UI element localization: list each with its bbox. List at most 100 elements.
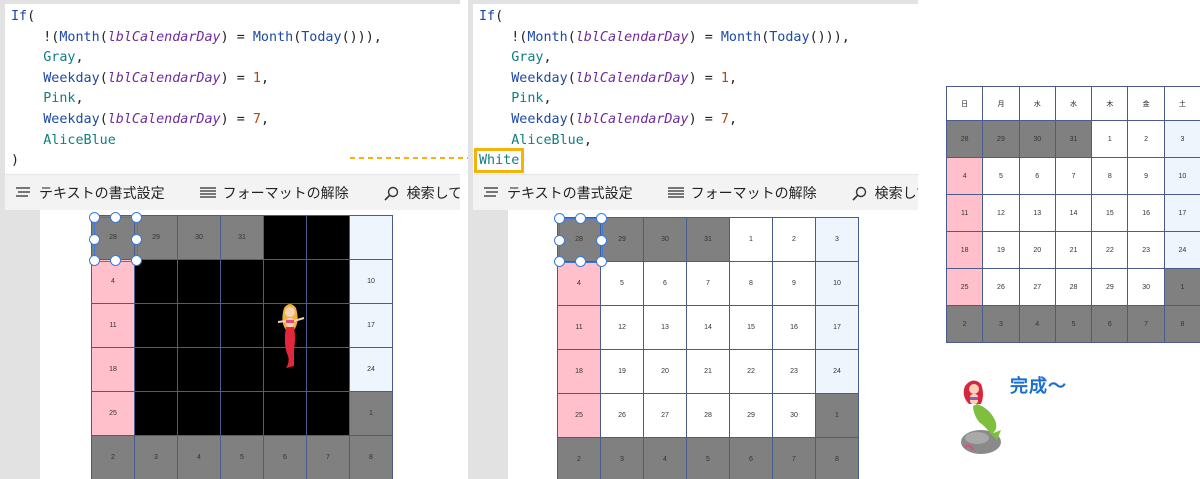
calendar-day-cell[interactable]: 25 — [558, 394, 601, 438]
calendar-day-cell[interactable]: 29 — [601, 218, 644, 262]
calendar-day-cell[interactable]: 27 — [644, 394, 687, 438]
calendar-day-cell[interactable]: 18 — [558, 350, 601, 394]
calendar-day-cell[interactable] — [178, 304, 221, 348]
calendar-day-cell[interactable]: 23 — [773, 350, 816, 394]
calendar-day-cell[interactable] — [350, 216, 393, 260]
resize-handle[interactable] — [596, 213, 607, 224]
calendar-day-cell[interactable]: 6 — [644, 262, 687, 306]
calendar-day-cell[interactable] — [135, 260, 178, 304]
calendar-day-cell[interactable]: 11 — [92, 304, 135, 348]
calendar-day-cell[interactable]: 4 — [644, 438, 687, 479]
calendar-day-cell[interactable]: 24 — [350, 348, 393, 392]
formula-code-editor[interactable]: If( !(Month(lblCalendarDay) = Month(Toda… — [5, 4, 460, 174]
resize-handle[interactable] — [89, 212, 100, 223]
calendar-day-cell[interactable] — [307, 216, 350, 260]
calendar-day-cell[interactable]: 5 — [221, 436, 264, 479]
calendar-day-cell[interactable]: 30 — [773, 394, 816, 438]
calendar-day-cell[interactable]: 15 — [730, 306, 773, 350]
calendar-day-cell[interactable]: 3 — [135, 436, 178, 479]
calendar-day-cell[interactable] — [135, 348, 178, 392]
calendar-day-cell[interactable] — [135, 392, 178, 436]
resize-handle[interactable] — [554, 235, 565, 246]
resize-handle[interactable] — [554, 213, 565, 224]
calendar-day-cell[interactable]: 7 — [773, 438, 816, 479]
calendar-day-cell[interactable]: 7 — [307, 436, 350, 479]
calendar-day-cell[interactable]: 7 — [687, 262, 730, 306]
calendar-day-cell[interactable]: 2 — [558, 438, 601, 479]
resize-handle[interactable] — [89, 255, 100, 266]
resize-handle[interactable] — [110, 255, 121, 266]
resize-handle[interactable] — [596, 256, 607, 267]
calendar-day-cell[interactable]: 10 — [816, 262, 859, 306]
calendar-day-cell[interactable]: 29 — [730, 394, 773, 438]
calendar-day-cell[interactable] — [178, 392, 221, 436]
calendar-day-cell[interactable]: 9 — [773, 262, 816, 306]
calendar-day-cell[interactable]: 4 — [92, 260, 135, 304]
calendar-day-cell[interactable]: 19 — [601, 350, 644, 394]
calendar-day-cell[interactable]: 10 — [350, 260, 393, 304]
find-replace-button[interactable]: 検索して置換 — [373, 183, 460, 203]
calendar-day-cell[interactable]: 17 — [350, 304, 393, 348]
calendar-day-cell[interactable] — [307, 304, 350, 348]
calendar-day-cell[interactable] — [221, 260, 264, 304]
clear-format-button[interactable]: フォーマットの解除 — [657, 183, 827, 203]
calendar-day-cell[interactable]: 8 — [350, 436, 393, 479]
calendar-day-cell[interactable] — [135, 304, 178, 348]
calendar-day-cell[interactable]: 8 — [816, 438, 859, 479]
calendar-day-cell[interactable] — [264, 392, 307, 436]
calendar-day-cell[interactable] — [307, 348, 350, 392]
calendar-day-cell[interactable] — [178, 260, 221, 304]
calendar-day-cell[interactable]: 30 — [644, 218, 687, 262]
resize-handle[interactable] — [554, 256, 565, 267]
calendar-day-cell[interactable]: 6 — [264, 436, 307, 479]
calendar-day-cell[interactable] — [178, 348, 221, 392]
calendar-day-cell[interactable] — [221, 348, 264, 392]
calendar-day-cell[interactable]: 30 — [178, 216, 221, 260]
resize-handle[interactable] — [89, 234, 100, 245]
calendar-day-cell[interactable]: 8 — [730, 262, 773, 306]
calendar-day-cell[interactable]: 26 — [601, 394, 644, 438]
calendar-day-cell[interactable]: 5 — [687, 438, 730, 479]
calendar-day-cell[interactable]: 16 — [773, 306, 816, 350]
calendar-day-cell[interactable]: 13 — [644, 306, 687, 350]
calendar-day-cell[interactable]: 17 — [816, 306, 859, 350]
calendar-day-cell[interactable] — [307, 392, 350, 436]
text-format-button[interactable]: テキストの書式設定 — [5, 183, 175, 203]
resize-handle[interactable] — [575, 213, 586, 224]
find-replace-button[interactable]: 検索して置換 — [841, 183, 918, 203]
calendar-day-cell[interactable]: 12 — [601, 306, 644, 350]
resize-handle[interactable] — [110, 212, 121, 223]
text-format-button[interactable]: テキストの書式設定 — [473, 183, 643, 203]
calendar-day-cell[interactable] — [221, 304, 264, 348]
formula-code-editor[interactable]: If( !(Month(lblCalendarDay) = Month(Toda… — [473, 4, 918, 174]
calendar-day-cell[interactable]: 14 — [687, 306, 730, 350]
calendar-day-cell[interactable]: 2 — [92, 436, 135, 479]
calendar-day-cell[interactable]: 3 — [816, 218, 859, 262]
calendar-day-cell[interactable] — [264, 260, 307, 304]
clear-format-button[interactable]: フォーマットの解除 — [189, 183, 359, 203]
resize-handle[interactable] — [575, 256, 586, 267]
calendar-day-cell[interactable]: 25 — [92, 392, 135, 436]
calendar-day-cell[interactable]: 2 — [773, 218, 816, 262]
resize-handle[interactable] — [131, 234, 142, 245]
calendar-day-cell[interactable]: 5 — [601, 262, 644, 306]
calendar-day-cell[interactable]: 28 — [687, 394, 730, 438]
resize-handle[interactable] — [131, 212, 142, 223]
calendar-day-cell[interactable]: 3 — [601, 438, 644, 479]
calendar-day-cell[interactable]: 1 — [730, 218, 773, 262]
resize-handle[interactable] — [596, 235, 607, 246]
calendar-day-cell[interactable]: 31 — [221, 216, 264, 260]
calendar-day-cell[interactable]: 22 — [730, 350, 773, 394]
calendar-day-cell[interactable]: 21 — [687, 350, 730, 394]
calendar-day-cell[interactable] — [264, 216, 307, 260]
calendar-day-cell[interactable]: 1 — [350, 392, 393, 436]
calendar-day-cell[interactable]: 4 — [558, 262, 601, 306]
calendar-day-cell[interactable]: 24 — [816, 350, 859, 394]
calendar-day-cell[interactable]: 1 — [816, 394, 859, 438]
calendar-day-cell[interactable]: 11 — [558, 306, 601, 350]
calendar-day-cell[interactable]: 20 — [644, 350, 687, 394]
calendar-day-cell[interactable]: 6 — [730, 438, 773, 479]
resize-handle[interactable] — [131, 255, 142, 266]
calendar-day-cell[interactable] — [221, 392, 264, 436]
calendar-day-cell[interactable]: 4 — [178, 436, 221, 479]
